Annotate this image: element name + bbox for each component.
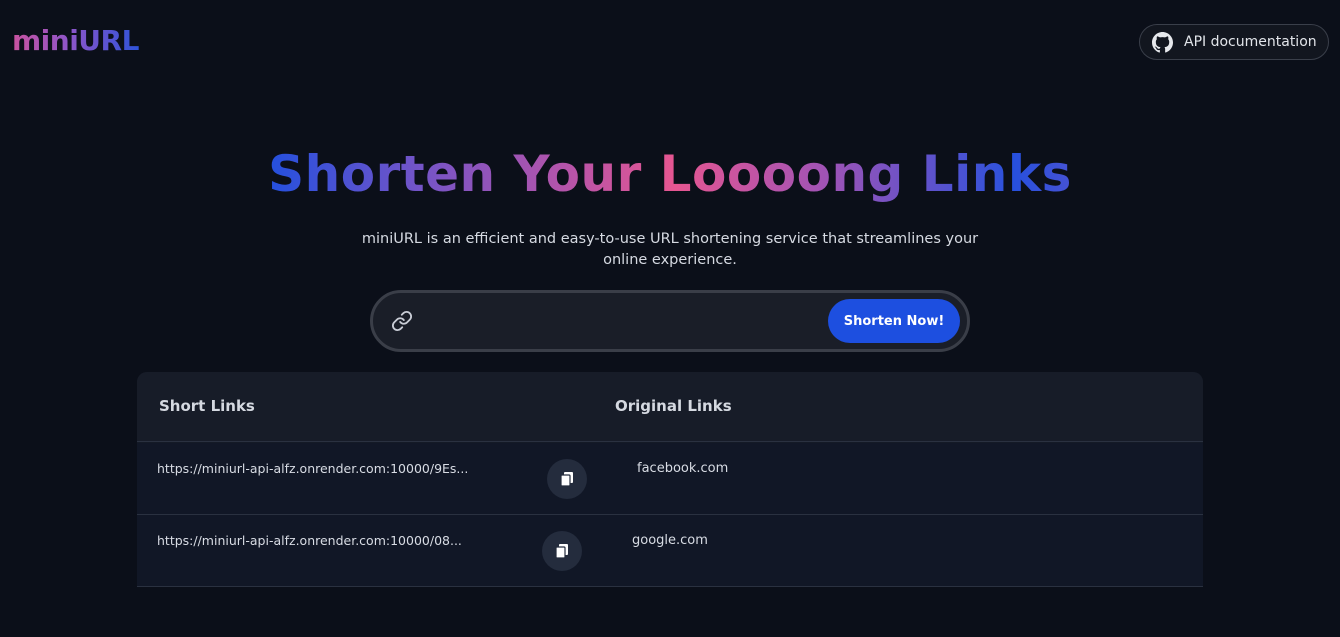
shorten-now-button[interactable]: Shorten Now! bbox=[828, 299, 960, 343]
url-shortener-form: Shorten Now! bbox=[370, 290, 970, 352]
original-link: google.com bbox=[632, 533, 708, 548]
short-link[interactable]: https://miniurl-api-alfz.onrender.com:10… bbox=[157, 461, 468, 476]
logo[interactable]: miniURL bbox=[12, 24, 139, 57]
copy-icon bbox=[555, 544, 568, 559]
column-header-original-links: Original Links bbox=[615, 397, 732, 415]
table-row: https://miniurl-api-alfz.onrender.com:10… bbox=[137, 515, 1203, 587]
copy-button[interactable] bbox=[542, 531, 582, 571]
table-row: https://miniurl-api-alfz.onrender.com:10… bbox=[137, 443, 1203, 515]
hero-subtitle: miniURL is an efficient and easy-to-use … bbox=[361, 231, 979, 268]
column-header-short-links: Short Links bbox=[159, 397, 255, 415]
table-header: Short Links Original Links bbox=[137, 372, 1203, 442]
api-documentation-button[interactable]: API documentation bbox=[1139, 24, 1329, 60]
copy-icon bbox=[560, 472, 573, 487]
short-link[interactable]: https://miniurl-api-alfz.onrender.com:10… bbox=[157, 533, 462, 548]
link-icon bbox=[391, 310, 413, 332]
copy-button[interactable] bbox=[547, 459, 587, 499]
links-table: Short Links Original Links https://miniu… bbox=[137, 372, 1203, 587]
url-input[interactable] bbox=[429, 303, 819, 339]
github-icon bbox=[1152, 31, 1173, 52]
api-documentation-label: API documentation bbox=[1184, 34, 1317, 50]
hero-title: Shorten Your Loooong Links bbox=[268, 145, 1072, 203]
original-link: facebook.com bbox=[637, 461, 729, 476]
